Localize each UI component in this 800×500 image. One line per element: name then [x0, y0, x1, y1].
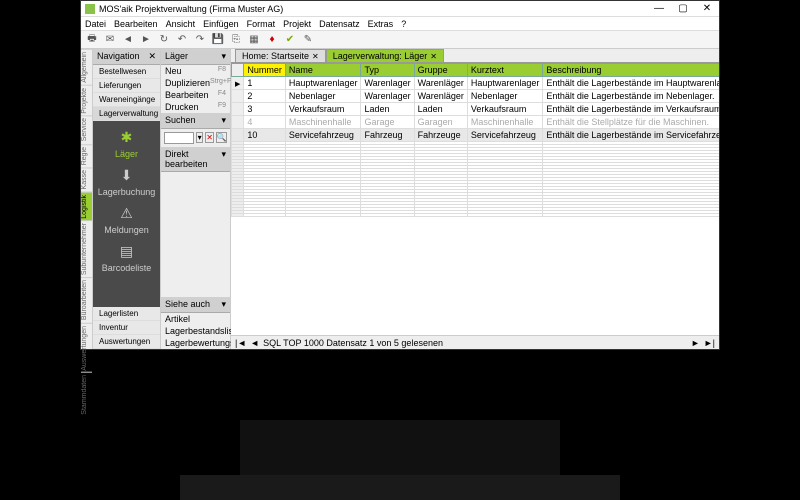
undo-icon[interactable]: ↶ — [175, 33, 189, 47]
nav-bottom-item[interactable]: Lagerlisten — [93, 307, 160, 321]
close-button[interactable]: ✕ — [699, 2, 715, 16]
last-icon[interactable]: ►| — [704, 338, 715, 348]
window-title: MOS'aik Projektverwaltung (Firma Muster … — [99, 4, 651, 14]
vtab-kasse[interactable]: Kasse — [81, 167, 92, 191]
dark-lagerbuchung[interactable]: ⬇Lagerbuchung — [98, 165, 156, 197]
link-item[interactable]: Lagerbewertungsliste — [161, 337, 230, 349]
menu-datensatz[interactable]: Datensatz — [319, 19, 360, 29]
forward-icon[interactable]: ► — [139, 33, 153, 47]
col-header[interactable]: Kurztext — [467, 64, 543, 77]
titlebar: MOS'aik Projektverwaltung (Firma Muster … — [81, 1, 719, 17]
menu-?[interactable]: ? — [401, 19, 406, 29]
vtab-büroarbeiten[interactable]: Büroarbeiten — [81, 277, 92, 322]
data-grid[interactable]: NummerNameTypGruppeKurztextBeschreibungÜ… — [231, 63, 719, 335]
minimize-button[interactable]: — — [651, 2, 667, 16]
action-drucken[interactable]: DruckenF9 — [161, 101, 230, 113]
barcodeliste-icon: ▤ — [117, 241, 137, 261]
actions-panel: Läger▾ NeuF8DuplizierenStrg+F8Bearbeiten… — [161, 49, 231, 349]
nav-close-icon[interactable]: ✕ — [148, 51, 156, 62]
table-row[interactable]: 4MaschinenhalleGarageGaragenMaschinenhal… — [232, 116, 720, 129]
edit-header[interactable]: Direkt bearbeiten▾ — [161, 147, 230, 172]
table-row[interactable]: 2NebenlagerWarenlagerWarenlägerNebenlage… — [232, 90, 720, 103]
link-item[interactable]: Lagerbestandsliste — [161, 325, 230, 337]
col-header[interactable]: Name — [285, 64, 361, 77]
dark-läger[interactable]: ✱Läger — [115, 127, 138, 159]
vtab-stammdaten[interactable]: Stammdaten — [81, 372, 92, 417]
table-row[interactable]: 3VerkaufsraumLadenLadenVerkaufsraumEnthä… — [232, 103, 720, 116]
action-bearbeiten[interactable]: BearbeitenF4 — [161, 89, 230, 101]
dark-barcodeliste[interactable]: ▤Barcodeliste — [102, 241, 152, 273]
maximize-button[interactable]: ▢ — [675, 2, 691, 16]
app-icon — [85, 4, 95, 14]
table-row[interactable]: 1HauptwarenlagerWarenlagerWarenlägerHaup… — [232, 77, 720, 90]
clear-icon[interactable]: ✕ — [205, 132, 214, 143]
status-text: SQL TOP 1000 Datensatz 1 von 5 gelesenen — [263, 338, 443, 348]
prev-icon[interactable]: ◄ — [250, 338, 259, 348]
link-item[interactable]: Artikel — [161, 313, 230, 325]
vtab-projekte[interactable]: Projekte — [81, 85, 92, 116]
vertical-tabs: AllgemeinProjekteServiceRegieKasseLogist… — [81, 49, 93, 349]
menu-projekt[interactable]: Projekt — [283, 19, 311, 29]
status-bar: |◄ ◄ SQL TOP 1000 Datensatz 1 von 5 gele… — [231, 335, 719, 349]
nav-header: Navigation✕ — [93, 49, 160, 65]
close-icon[interactable]: ✕ — [312, 52, 319, 61]
first-icon[interactable]: |◄ — [235, 338, 246, 348]
seealso-header[interactable]: Siehe auch▾ — [161, 297, 230, 313]
läger-icon: ✱ — [117, 127, 137, 147]
mail-icon[interactable]: ✉ — [103, 33, 117, 47]
vtab-service[interactable]: Service — [81, 115, 92, 143]
tab-home[interactable]: Home: Startseite✕ — [235, 49, 326, 62]
menu-datei[interactable]: Datei — [85, 19, 106, 29]
nav-item[interactable]: Bestellwesen — [93, 65, 160, 79]
menu-ansicht[interactable]: Ansicht — [166, 19, 196, 29]
nav-item[interactable]: Lieferungen — [93, 79, 160, 93]
save-icon[interactable]: 💾 — [211, 33, 225, 47]
search-input[interactable] — [164, 132, 194, 144]
col-header[interactable]: Nummer — [244, 64, 286, 77]
nav-item[interactable]: Wareneingänge — [93, 93, 160, 107]
actions-header[interactable]: Läger▾ — [161, 49, 230, 65]
lagerbuchung-icon: ⬇ — [117, 165, 137, 185]
toolbar: 🖶 ✉ ◄ ► ↻ ↶ ↷ 💾 ⎘ ▦ ♦ ✔ ✎ — [81, 31, 719, 49]
nav-bottom-item[interactable]: Auswertungen — [93, 335, 160, 349]
col-header[interactable]: Typ — [361, 64, 414, 77]
tab-lager[interactable]: Lagerverwaltung: Läger✕ — [326, 49, 444, 62]
close-icon[interactable]: ✕ — [430, 52, 437, 61]
table-row[interactable]: 10ServicefahrzeugFahrzeugFahrzeugeServic… — [232, 129, 720, 142]
document-tabs: Home: Startseite✕ Lagerverwaltung: Läger… — [231, 49, 719, 63]
col-header[interactable]: Beschreibung — [543, 64, 719, 77]
menu-einfügen[interactable]: Einfügen — [203, 19, 239, 29]
find-icon[interactable]: 🔍 — [216, 132, 227, 143]
vtab-logistik[interactable]: Logistik — [81, 192, 92, 221]
vtab-auswertungen[interactable]: Auswertungen — [81, 323, 92, 373]
search-header[interactable]: Suchen▾ — [161, 113, 230, 129]
action-neu[interactable]: NeuF8 — [161, 65, 230, 77]
dark-meldungen[interactable]: ⚠Meldungen — [104, 203, 149, 235]
vtab-allgemein[interactable]: Allgemein — [81, 49, 92, 85]
grid-icon[interactable]: ▦ — [247, 33, 261, 47]
edit-icon[interactable]: ✎ — [301, 33, 315, 47]
table-row[interactable] — [232, 214, 720, 217]
next-icon[interactable]: ► — [691, 338, 700, 348]
col-header[interactable]: Gruppe — [414, 64, 467, 77]
menu-format[interactable]: Format — [247, 19, 276, 29]
action-duplizieren[interactable]: DuplizierenStrg+F8 — [161, 77, 230, 89]
vtab-subunternehmer[interactable]: Subunternehmer — [81, 220, 92, 277]
meldungen-icon: ⚠ — [116, 203, 136, 223]
menu-bearbeiten[interactable]: Bearbeiten — [114, 19, 158, 29]
menubar: Datei Bearbeiten Ansicht Einfügen Format Proj… — [81, 17, 719, 31]
print-icon[interactable]: 🖶 — [85, 33, 99, 47]
navigation-panel: Navigation✕ BestellwesenLieferungenWaren… — [93, 49, 161, 349]
nav-bottom-item[interactable]: Inventur — [93, 321, 160, 335]
redo-icon[interactable]: ↷ — [193, 33, 207, 47]
check-icon[interactable]: ✔ — [283, 33, 297, 47]
menu-extras[interactable]: Extras — [368, 19, 394, 29]
copy-icon[interactable]: ⎘ — [229, 33, 243, 47]
nav-item[interactable]: Lagerverwaltung — [93, 107, 160, 121]
vtab-regie[interactable]: Regie — [81, 144, 92, 167]
delete-icon[interactable]: ♦ — [265, 33, 279, 47]
back-icon[interactable]: ◄ — [121, 33, 135, 47]
refresh-icon[interactable]: ↻ — [157, 33, 171, 47]
filter-icon[interactable]: ▾ — [196, 132, 203, 143]
